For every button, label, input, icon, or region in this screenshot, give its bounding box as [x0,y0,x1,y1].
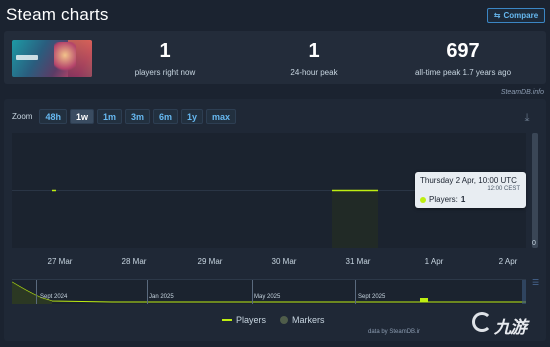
peak-24h-label: 24-hour peak [290,68,338,77]
chart-tooltip: Thursday 2 Apr, 10:00 UTC 12:00 CEST Pla… [415,172,526,208]
x-tick-label: 29 Mar [197,257,223,266]
zoom-label: Zoom [12,112,33,121]
tooltip-series-row: Players: 1 [420,195,465,204]
players-line-icon [222,319,232,321]
players-now-value: 1 [159,40,171,62]
tooltip-series-label: Players: [429,195,458,204]
legend-players-label: Players [236,315,267,325]
zoom-max-button[interactable]: max [206,109,237,124]
legend-markers-label: Markers [292,315,325,325]
compare-arrows-icon: ⇆ [493,10,501,20]
chart-legend: Players Markers [222,315,325,325]
zoom-6m-button[interactable]: 6m [153,109,179,124]
players-dot-icon [420,196,426,203]
y-tick-label: 0 [532,240,536,247]
navigator-handle-icon[interactable]: ☰ [532,279,540,289]
markers-circle-icon [280,316,289,324]
tooltip-title: Thursday 2 Apr, 10:00 UTC [420,176,517,185]
legend-markers[interactable]: Markers [280,315,325,325]
stat-24h-peak: 1 24-hour peak [274,40,354,77]
game-capsule-image[interactable] [12,40,92,77]
chart-panel: Zoom 48h 1w 1m 3m 6m 1y max ⤓ 0 27 Mar 28… [4,99,546,341]
download-icon[interactable]: ⤓ [521,111,533,125]
zoom-1w-button[interactable]: 1w [69,109,94,124]
stat-all-time-peak: 697 all-time peak 1.7 years ago [404,40,522,77]
tooltip-subtitle: 12:00 CEST [487,186,520,192]
all-time-peak-value: 697 [446,40,480,62]
x-tick-label: 31 Mar [345,257,371,266]
stats-bar: 1 players right now 1 24-hour peak 697 a… [4,31,546,84]
compare-label: Compare [503,11,539,20]
x-tick-label: 1 Apr [424,257,444,266]
compare-button[interactable]: ⇆ Compare [487,8,545,23]
navigator-series [11,280,526,304]
watermark-logo-text: 九游 [494,318,527,337]
data-attribution[interactable]: data by SteamDB.ir [368,329,420,335]
zoom-48h-button[interactable]: 48h [39,109,67,124]
page-title: Steam charts [6,5,109,24]
x-tick-label: 2 Apr [498,257,518,266]
watermark-logo-icon [472,312,492,332]
x-tick-label: 28 Mar [121,257,147,266]
legend-players[interactable]: Players [222,315,266,325]
all-time-peak-label[interactable]: all-time peak 1.7 years ago [404,68,522,77]
zoom-1m-button[interactable]: 1m [96,109,122,124]
peak-24h-value: 1 [308,40,320,62]
tooltip-series-value: 1 [460,195,466,204]
steamdb-attribution[interactable]: SteamDB.info [501,89,544,96]
zoom-controls: Zoom 48h 1w 1m 3m 6m 1y max [12,109,237,124]
navigator-label: May 2025 [254,294,281,300]
chart-scrollbar[interactable] [532,133,538,248]
x-tick-label: 27 Mar [47,257,73,266]
series-area [332,190,378,248]
navigator-label: Jan 2025 [149,294,174,300]
zoom-3m-button[interactable]: 3m [125,109,151,124]
chart-navigator[interactable]: Sept 2024 Jan 2025 May 2025 Sept 2025 [11,279,526,304]
players-now-label: players right now [134,68,196,77]
x-tick-label: 30 Mar [271,257,297,266]
zoom-1y-button[interactable]: 1y [181,109,204,124]
stat-players-now: 1 players right now [120,40,210,77]
navigator-label: Sept 2024 [40,294,68,300]
navigator-label: Sept 2025 [358,294,386,300]
